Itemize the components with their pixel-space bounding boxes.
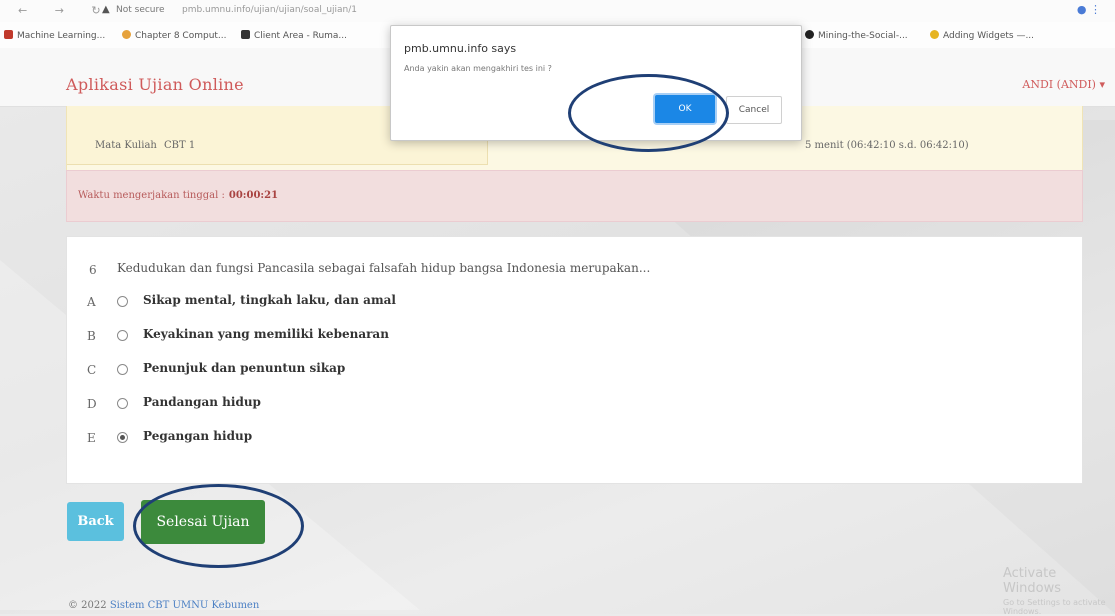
bookmark-favicon-icon — [122, 30, 131, 39]
option-letter: D — [87, 397, 97, 411]
option-letter: A — [87, 295, 96, 309]
app-brand[interactable]: Aplikasi Ujian Online — [66, 75, 244, 94]
time-remaining-alert: Waktu mengerjakan tinggal :00:00:21 — [66, 170, 1083, 222]
exam-duration: 5 menit (06:42:10 s.d. 06:42:10) — [805, 140, 969, 151]
bookmark-favicon-icon — [4, 30, 13, 39]
bookmark-item[interactable]: Chapter 8 Comput... — [122, 30, 227, 41]
countdown-timer: 00:00:21 — [228, 190, 279, 201]
dialog-title: pmb.umnu.info says — [404, 42, 517, 55]
bookmark-favicon-icon — [241, 30, 250, 39]
copyright-text: © 2022 — [68, 600, 107, 611]
footer-link[interactable]: Sistem CBT UMNU Kebumen — [110, 600, 259, 611]
option-radio[interactable] — [117, 364, 128, 375]
bookmark-favicon-icon — [930, 30, 939, 39]
watermark-subtitle: Go to Settings to activate Windows. — [1003, 598, 1106, 616]
activate-windows-watermark: Activate Windows Go to Settings to activ… — [1003, 566, 1115, 616]
option-radio[interactable] — [117, 398, 128, 409]
option-text: Sikap mental, tingkah laku, dan amal — [143, 293, 396, 307]
question-number: 6 — [89, 263, 97, 277]
bookmark-item[interactable]: Adding Widgets —... — [930, 30, 1034, 41]
bookmark-item[interactable]: Client Area - Ruma... — [241, 30, 347, 41]
address-input[interactable]: pmb.umnu.info/ujian/ujian/soal_ujian/1 — [182, 5, 357, 15]
course-label: Mata Kuliah — [95, 140, 157, 151]
browser-url-bar: ← → ↻ ▲ Not secure pmb.umnu.info/ujian/u… — [0, 0, 1115, 23]
option-text: Keyakinan yang memiliki kebenaran — [143, 327, 389, 341]
option-letter: C — [87, 363, 97, 377]
user-menu[interactable]: ANDI (ANDI) ▾ — [1022, 78, 1105, 91]
option-radio-selected[interactable] — [117, 432, 128, 443]
profile-icon[interactable]: ● ⋮ — [1077, 3, 1101, 16]
security-warning-icon[interactable]: ▲ — [102, 4, 110, 15]
back-button[interactable]: Back — [67, 502, 124, 541]
option-text: Penunjuk dan penuntun sikap — [143, 361, 346, 375]
bookmark-item[interactable]: Machine Learning... — [4, 30, 105, 41]
option-radio[interactable] — [117, 296, 128, 307]
option-text: Pandangan hidup — [143, 395, 261, 409]
question-text: Kedudukan dan fungsi Pancasila sebagai f… — [117, 261, 651, 275]
github-icon — [805, 30, 814, 39]
security-label[interactable]: Not secure — [116, 5, 165, 15]
cancel-button[interactable]: Cancel — [726, 96, 782, 124]
course-value: CBT 1 — [164, 140, 196, 151]
browser-nav-buttons[interactable]: ← → ↻ — [18, 4, 113, 17]
confirm-dialog: pmb.umnu.info says Anda yakin akan menga… — [390, 25, 802, 141]
option-radio[interactable] — [117, 330, 128, 341]
bookmark-item[interactable]: Mining-the-Social-... — [805, 30, 908, 41]
finish-exam-button[interactable]: Selesai Ujian — [141, 500, 265, 544]
time-remaining-label: Waktu mengerjakan tinggal : — [78, 190, 225, 201]
footer: © 2022 Sistem CBT UMNU Kebumen — [68, 600, 259, 611]
option-text: Pegangan hidup — [143, 429, 253, 443]
question-panel: 6 Kedudukan dan fungsi Pancasila sebagai… — [66, 236, 1083, 484]
dialog-message: Anda yakin akan mengakhiri tes ini ? — [404, 64, 552, 73]
option-letter: B — [87, 329, 96, 343]
option-letter: E — [87, 431, 96, 445]
ok-button[interactable]: OK — [655, 95, 715, 123]
watermark-title: Activate Windows — [1003, 566, 1062, 596]
